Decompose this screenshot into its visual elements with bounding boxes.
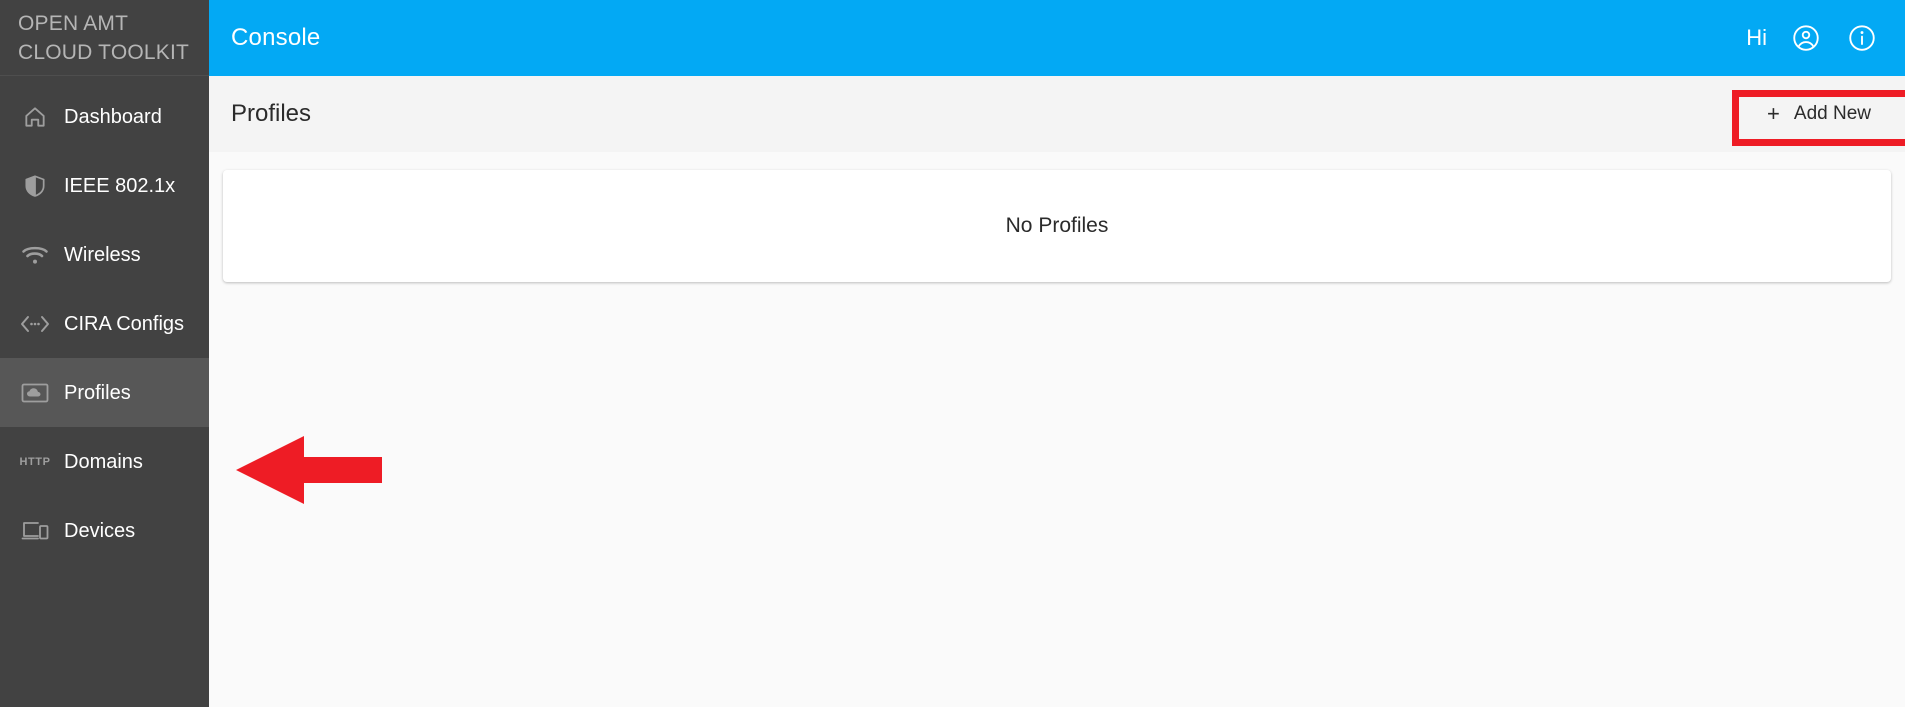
wifi-icon: [18, 240, 52, 270]
sidebar-item-profiles[interactable]: Profiles: [0, 358, 209, 427]
cloud-box-icon: [18, 378, 52, 408]
console-title: Console: [231, 24, 321, 51]
content-area: No Profiles: [209, 152, 1905, 707]
top-header-bar: Console Hi: [209, 0, 1905, 76]
header-actions: Hi: [1746, 21, 1879, 55]
profiles-card: No Profiles: [223, 170, 1891, 282]
sidebar-item-devices[interactable]: Devices: [0, 496, 209, 565]
sidebar-item-ieee8021x[interactable]: IEEE 802.1x: [0, 151, 209, 220]
sidebar-item-label: IEEE 802.1x: [64, 174, 176, 197]
sidebar-nav: Dashboard IEEE 802.1x Wireless CIRA Conf…: [0, 76, 209, 565]
page-title: Profiles: [231, 100, 312, 127]
code-icon: [18, 309, 52, 339]
shield-icon: [18, 171, 52, 201]
app-logo-text: OPEN AMT CLOUD TOOLKIT: [0, 0, 209, 76]
greeting-text: Hi: [1746, 25, 1767, 50]
sidebar-item-cira-configs[interactable]: CIRA Configs: [0, 289, 209, 358]
app-root: OPEN AMT CLOUD TOOLKIT Dashboard IEEE 80…: [0, 0, 1905, 707]
add-new-button-label: Add New: [1793, 103, 1871, 124]
page-toolbar: Profiles + Add New: [209, 76, 1905, 152]
account-circle-icon[interactable]: [1789, 21, 1823, 55]
plus-icon: +: [1767, 101, 1780, 126]
sidebar-item-wireless[interactable]: Wireless: [0, 220, 209, 289]
add-new-button[interactable]: + Add New: [1755, 91, 1887, 137]
sidebar-item-domains[interactable]: HTTP Domains: [0, 427, 209, 496]
empty-state-text: No Profiles: [1005, 214, 1109, 237]
devices-icon: [18, 516, 52, 546]
sidebar: OPEN AMT CLOUD TOOLKIT Dashboard IEEE 80…: [0, 0, 209, 707]
home-icon: [18, 102, 52, 132]
sidebar-item-dashboard[interactable]: Dashboard: [0, 82, 209, 151]
sidebar-item-label: Dashboard: [64, 105, 162, 128]
info-circle-icon[interactable]: [1845, 21, 1879, 55]
sidebar-item-label: CIRA Configs: [64, 312, 185, 335]
http-icon-text: HTTP: [19, 455, 51, 468]
main-area: Console Hi Profiles + Add New No Profile…: [209, 0, 1905, 707]
sidebar-item-label: Profiles: [64, 381, 131, 404]
http-icon: HTTP: [18, 447, 52, 477]
sidebar-item-label: Wireless: [64, 243, 141, 266]
sidebar-item-label: Devices: [64, 519, 136, 542]
sidebar-item-label: Domains: [64, 450, 143, 473]
